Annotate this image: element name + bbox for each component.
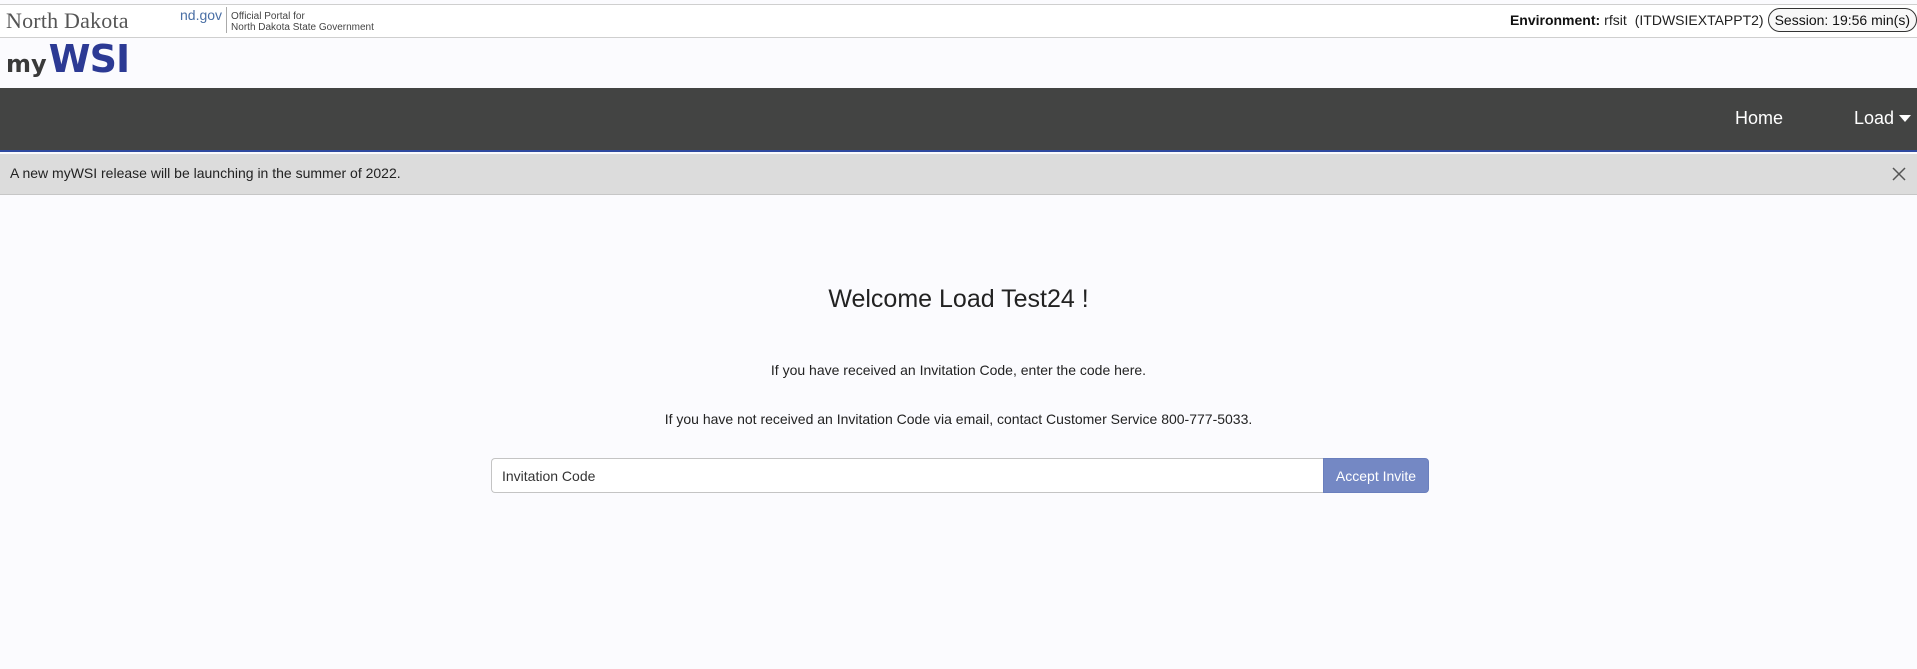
invitation-code-input[interactable] — [491, 458, 1323, 493]
portal-tagline-line1: Official Portal for — [231, 11, 305, 22]
caret-down-icon — [1899, 115, 1911, 122]
logo-prefix: my — [6, 50, 47, 78]
mywsi-logo[interactable]: my WSI — [6, 37, 130, 81]
accept-invite-button[interactable]: Accept Invite — [1323, 458, 1429, 493]
session-timer: Session: 19:56 min(s) — [1767, 8, 1917, 32]
alert-message: A new myWSI release will be launching in… — [10, 165, 401, 181]
main-navbar: Home Load — [0, 88, 1917, 152]
environment-label: Environment: — [1509, 12, 1601, 28]
environment-value: rfsit — [1604, 12, 1627, 28]
invitation-instruction-1: If you have received an Invitation Code,… — [770, 362, 1147, 378]
state-portal-bar: North Dakota nd.gov Official Portal for … — [0, 4, 1917, 38]
portal-tagline: Official Portal for North Dakota State G… — [227, 7, 374, 33]
invitation-form: Accept Invite — [491, 458, 1429, 493]
nav-load-label: Load — [1853, 108, 1894, 128]
logo-name: WSI — [48, 37, 130, 81]
welcome-heading: Welcome Load Test24 ! — [828, 285, 1089, 313]
invitation-instruction-2: If you have not received an Invitation C… — [664, 411, 1253, 427]
portal-tagline-line2: North Dakota State Government — [231, 22, 374, 33]
state-name: North Dakota — [6, 8, 129, 33]
nav-home-link[interactable]: Home — [1735, 108, 1783, 129]
environment-info: Environment: rfsit (ITDWSIEXTAPPT2) Sess… — [1510, 8, 1917, 32]
environment-host: (ITDWSIEXTAPPT2) — [1634, 12, 1764, 28]
nd-gov-portal-link[interactable]: nd.gov Official Portal for North Dakota … — [180, 7, 374, 33]
nav-load-dropdown[interactable]: Load — [1854, 108, 1911, 129]
close-icon[interactable] — [1891, 166, 1907, 182]
release-alert: A new myWSI release will be launching in… — [0, 154, 1917, 195]
nd-gov-domain: nd.gov — [180, 7, 228, 33]
